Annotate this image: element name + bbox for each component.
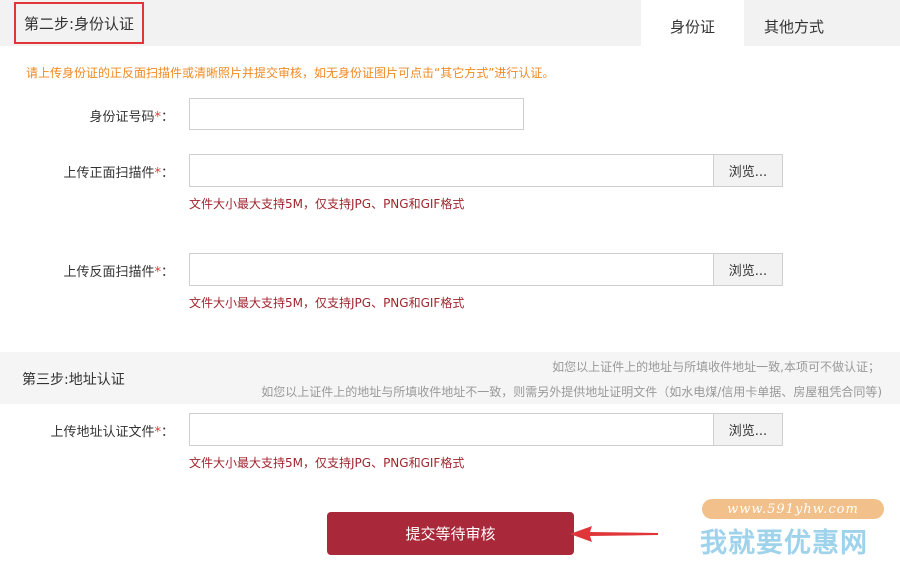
step3-header-bar: 第三步:地址认证 如您以上证件上的地址与所填收件地址一致,本项可不做认证； 如您…	[0, 352, 900, 404]
address-upload-hint: 文件大小最大支持5M，仅支持JPG、PNG和GIF格式	[189, 456, 465, 470]
verification-tabs: 身份证 其他方式	[641, 0, 900, 46]
watermark-logo-text: 我就要优惠网	[700, 528, 868, 559]
front-upload-hint: 文件大小最大支持5M，仅支持JPG、PNG和GIF格式	[189, 197, 465, 211]
tab-other-methods[interactable]: 其他方式	[744, 0, 844, 46]
upload-notice: 请上传身份证的正反面扫描件或清晰照片并提交审核，如无身份证图片可点击“其它方式”…	[26, 66, 555, 80]
front-upload-path-field[interactable]	[189, 154, 715, 187]
front-upload-label: 上传正面扫描件*：	[63, 166, 174, 181]
step2-header-bar: 第二步:身份认证	[0, 0, 641, 46]
address-upload-label: 上传地址认证文件*：	[50, 425, 174, 440]
step2-title: 第二步:身份认证	[14, 2, 145, 44]
back-upload-browse-button[interactable]: 浏览...	[713, 253, 783, 286]
id-number-label: 身份证号码*：	[89, 110, 174, 125]
back-upload-path-field[interactable]	[189, 253, 715, 286]
step3-title: 第三步:地址认证	[22, 372, 125, 388]
step3-note-same-address: 如您以上证件上的地址与所填收件地址一致,本项可不做认证；	[552, 360, 880, 374]
address-upload-browse-button[interactable]: 浏览...	[713, 413, 783, 446]
watermark-url: www.591yhw.com	[702, 499, 884, 519]
back-upload-hint: 文件大小最大支持5M，仅支持JPG、PNG和GIF格式	[189, 296, 465, 310]
id-number-input[interactable]	[189, 98, 524, 130]
tab-id-card[interactable]: 身份证	[641, 0, 744, 46]
address-upload-path-field[interactable]	[189, 413, 715, 446]
step3-note-different-address: 如您以上证件上的地址与所填收件地址不一致，则需另外提供地址证明文件（如水电煤/信…	[261, 385, 882, 399]
submit-for-review-button[interactable]: 提交等待审核	[327, 512, 574, 555]
front-upload-browse-button[interactable]: 浏览...	[713, 154, 783, 187]
back-upload-label: 上传反面扫描件*：	[63, 265, 174, 280]
arrow-left-icon	[570, 526, 658, 542]
